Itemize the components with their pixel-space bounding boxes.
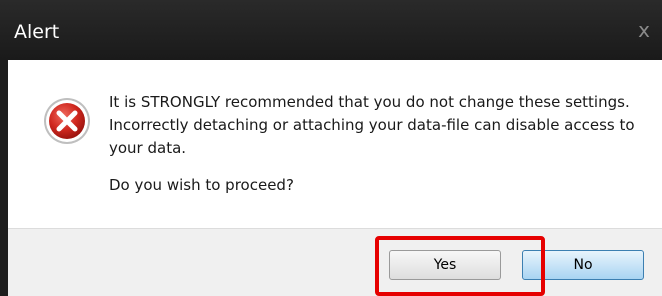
no-button[interactable]: No [522,250,644,280]
yes-button[interactable]: Yes [389,250,501,280]
error-x-icon [44,98,90,144]
window-title: Alert [14,21,60,43]
title-bar: Alert x [0,0,662,60]
dialog-content: It is STRONGLY recommended that you do n… [8,60,662,228]
alert-message: It is STRONGLY recommended that you do n… [109,93,635,157]
button-bar: Yes No [8,228,662,296]
alert-dialog: Alert x It is STRONGLY recommended that … [0,0,662,296]
close-button[interactable]: x [632,16,656,44]
alert-question: Do you wish to proceed? [109,176,294,194]
